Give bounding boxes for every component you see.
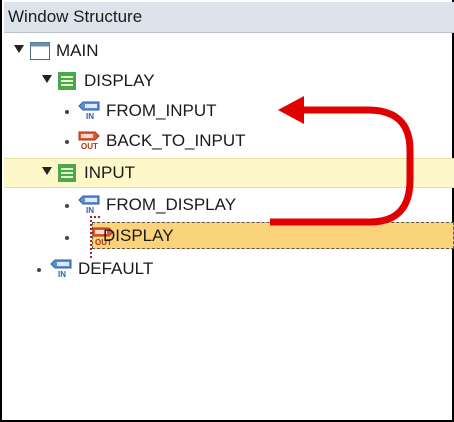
tree-node-label: DISPLAY [103,226,174,245]
svg-text:IN: IN [86,206,94,215]
outbound-plug-icon: OUT [78,131,102,156]
focus-indicator [90,216,100,258]
window-structure-panel: Window Structure MAIN DISPLAY IN FROM_IN… [0,0,454,422]
tree-bullet [65,140,69,144]
tree-node-label: FROM_DISPLAY [106,195,237,214]
inbound-plug-icon: IN [78,101,102,126]
tree-bullet [37,268,41,272]
tree-node-from-display[interactable]: IN FROM_DISPLAY [4,190,454,220]
tree-node-display-view[interactable]: DISPLAY [4,66,454,96]
tree-node-main[interactable]: MAIN [4,36,454,66]
view-icon [58,72,76,95]
tree-bullet [65,236,69,240]
tree-node-input-view[interactable]: INPUT [4,158,454,188]
svg-text:OUT: OUT [81,142,98,151]
tree-node-label: INPUT [84,163,135,182]
tree-node-label: MAIN [56,41,99,60]
tree-node-label: BACK_TO_INPUT [106,131,246,150]
tree-node-label: FROM_INPUT [106,101,217,120]
tree-node-display-outbound[interactable]: OUT DISPLAY [92,222,454,249]
tree-node-label: DISPLAY [84,71,155,90]
expand-arrow-icon[interactable] [14,45,24,53]
expand-arrow-icon[interactable] [42,75,52,83]
panel-title: Window Structure [8,7,143,26]
tree-node-default[interactable]: IN DEFAULT [4,254,454,284]
view-icon [58,164,76,187]
svg-text:IN: IN [58,270,66,279]
expand-arrow-icon[interactable] [42,167,52,175]
window-icon [30,42,50,65]
tree-bullet [65,110,69,114]
inbound-plug-icon: IN [50,259,74,284]
svg-text:IN: IN [86,112,94,121]
panel-header: Window Structure [4,2,454,33]
tree-node-back-to-input[interactable]: OUT BACK_TO_INPUT [4,126,454,156]
tree-bullet [65,204,69,208]
tree-node-label: DEFAULT [78,259,154,278]
tree-node-from-input[interactable]: IN FROM_INPUT [4,96,454,126]
